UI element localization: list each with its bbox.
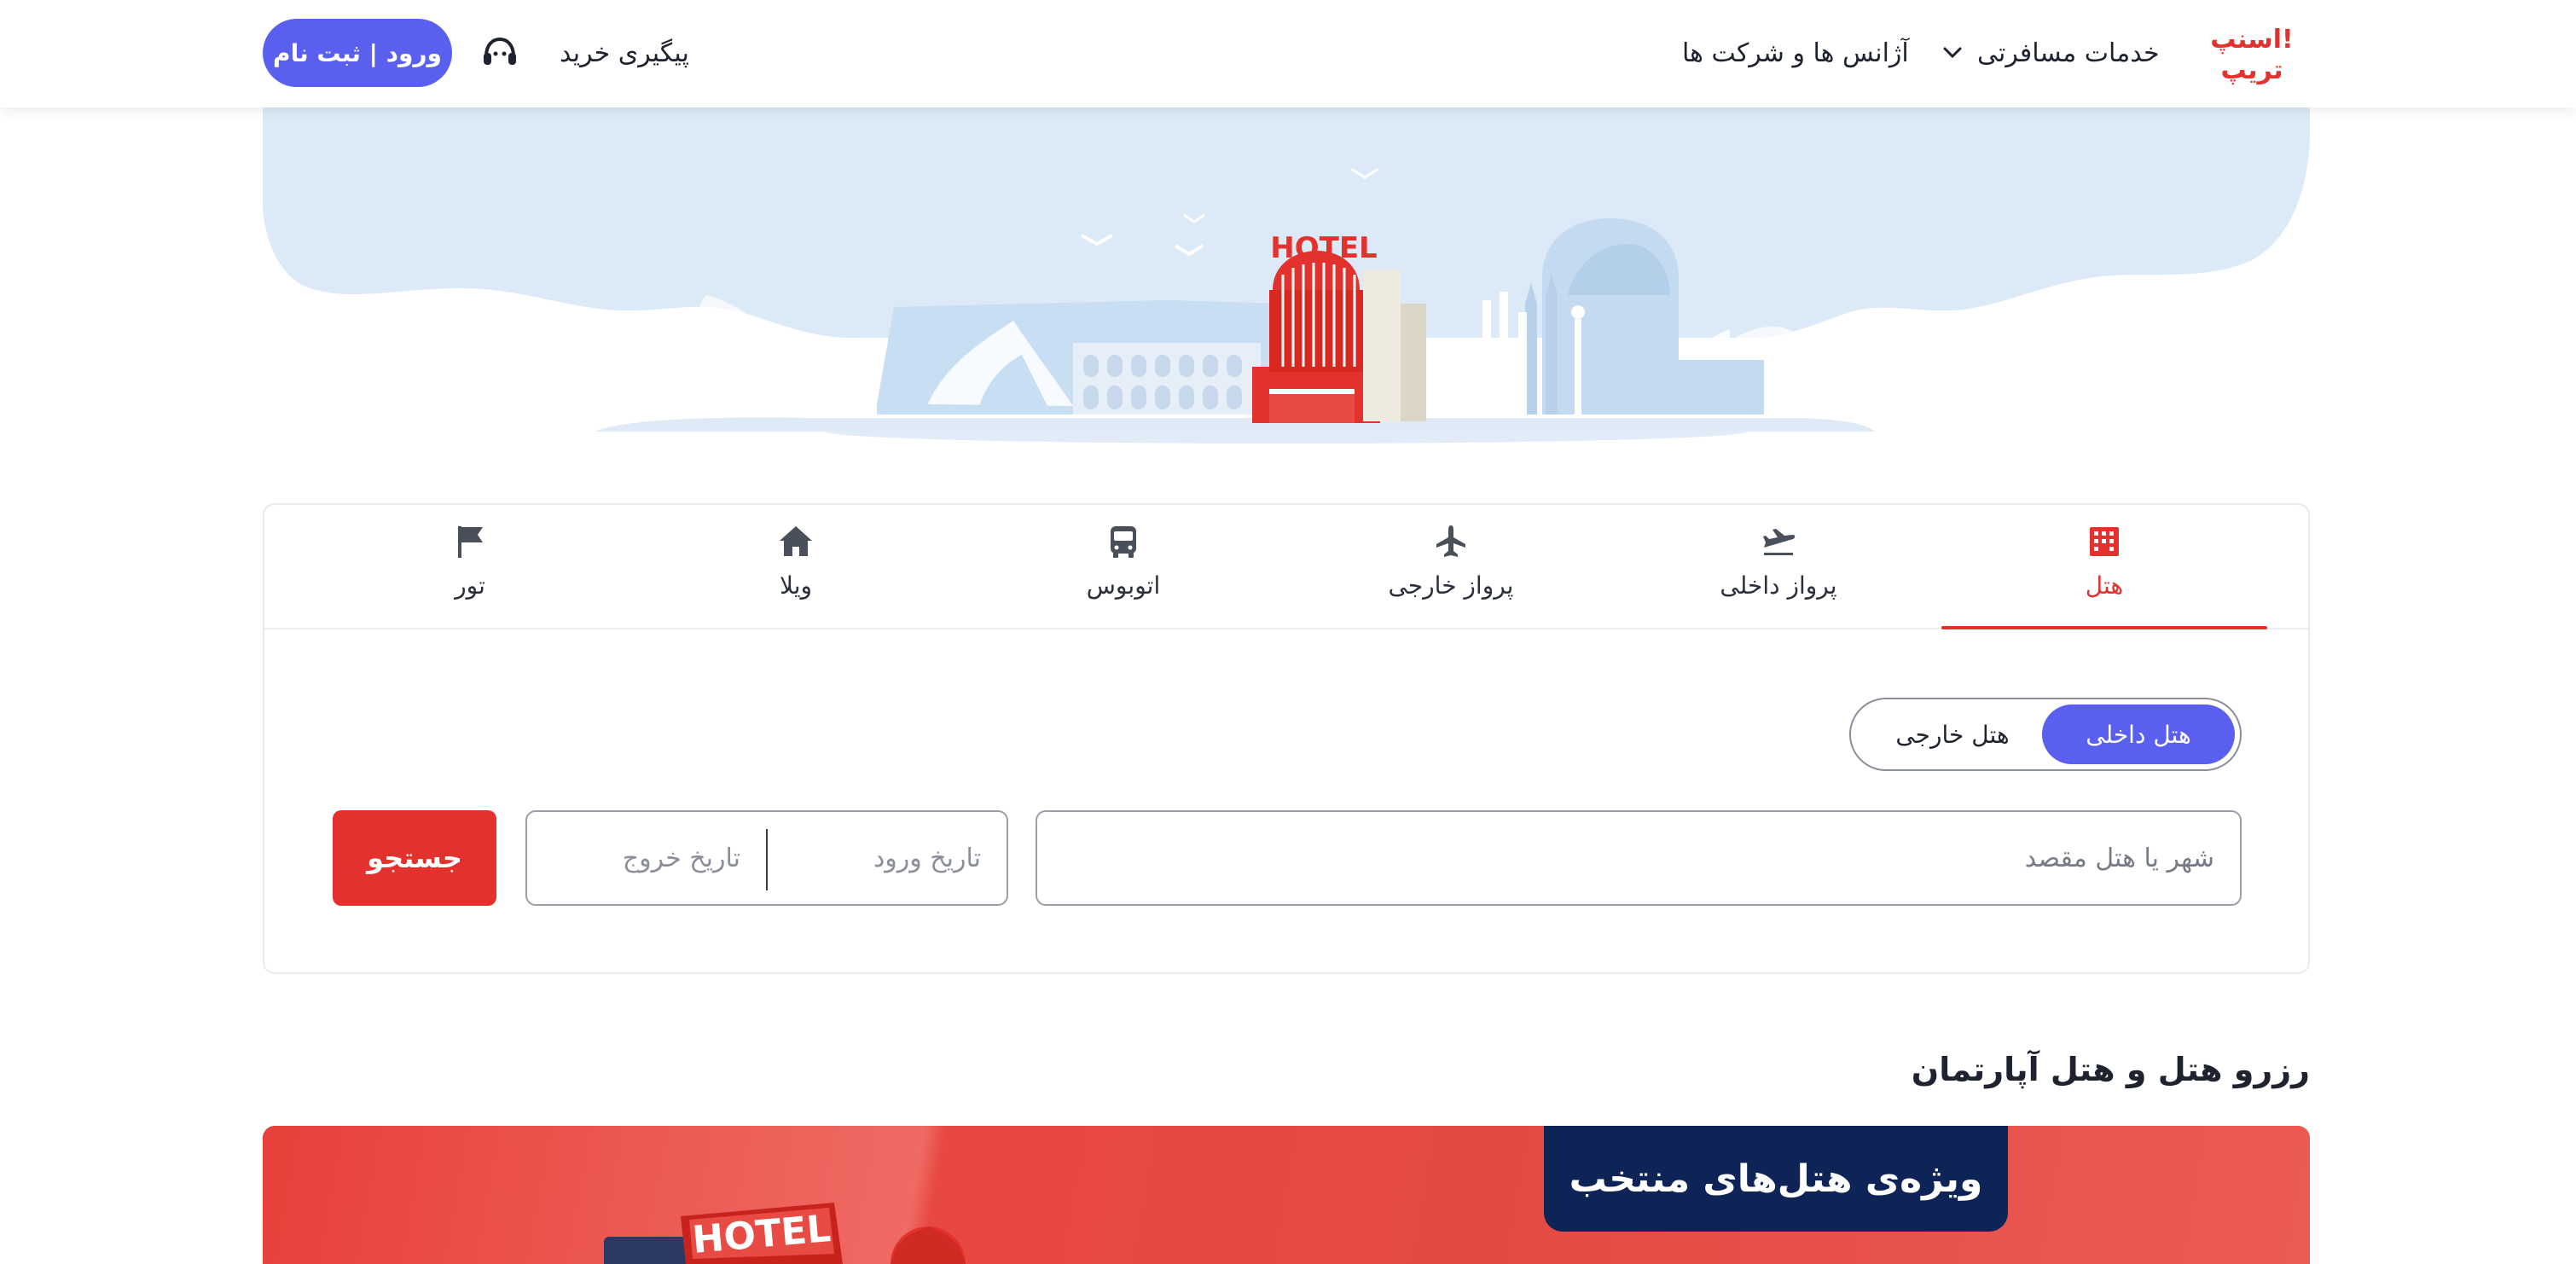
house-icon — [780, 526, 812, 556]
date-divider — [766, 829, 768, 890]
tab-tour[interactable]: تور — [307, 522, 633, 629]
section-title: رزرو هتل و هتل آپارتمان — [1911, 1051, 2310, 1088]
tab-bus[interactable]: اتوبوس — [960, 522, 1286, 629]
toggle-foreign-hotel[interactable]: هتل خارجی — [1856, 704, 2049, 764]
checkin-date-input[interactable] — [768, 812, 1007, 904]
tab-foreign-flight-label: پرواز خارجی — [1388, 571, 1514, 600]
hero-hotel-sign: HOTEL — [1270, 231, 1377, 265]
tab-domestic-flight[interactable]: پرواز داخلی — [1616, 522, 1941, 629]
checkout-date-input[interactable] — [527, 812, 766, 904]
login-register-button[interactable]: ورود | ثبت نام — [263, 19, 452, 87]
bus-icon — [1111, 526, 1136, 558]
airplane-icon — [1436, 525, 1465, 557]
top-header: اسنپ! تریپ اسنپ! تریپ خدمات مسافرتی آژان… — [0, 0, 2576, 107]
tab-tour-label: تور — [455, 571, 485, 600]
search-card: هتل پرواز داخلی پرواز خارجی اتوبوس ویلا … — [263, 503, 2310, 974]
banner-label: ویژه‌ی هتل‌های منتخب — [1544, 1126, 2008, 1232]
destination-input[interactable] — [1036, 810, 2242, 906]
nav-agencies-label: آژانس ها و شرکت ها — [1682, 38, 1909, 68]
tab-bus-label: اتوبوس — [1086, 571, 1161, 600]
plane-departure-icon — [1763, 529, 1796, 555]
support-headset-icon[interactable] — [481, 36, 519, 70]
featured-hotels-banner[interactable]: HOTEL ویژه‌ی هتل‌های منتخب — [263, 1126, 2310, 1264]
flag-icon — [458, 526, 483, 558]
nav-agencies[interactable]: آژانس ها و شرکت ها — [1682, 29, 1909, 77]
chevron-down-icon — [1943, 47, 1962, 59]
tab-hotel[interactable]: هتل — [1941, 522, 2267, 629]
hotel-building-icon — [2090, 527, 2119, 556]
svg-text:اسنپ!: اسنپ! — [2210, 25, 2293, 55]
tab-foreign-flight[interactable]: پرواز خارجی — [1288, 522, 1614, 629]
tab-hotel-label: هتل — [2085, 571, 2124, 600]
tab-villa[interactable]: ویلا — [633, 522, 959, 629]
nav-travel-services-label: خدمات مسافرتی — [1977, 38, 2160, 68]
track-purchase-label: پیگیری خرید — [560, 38, 689, 68]
search-button[interactable]: جستجو — [333, 810, 496, 906]
date-range-field — [525, 810, 1008, 906]
svg-text:تریپ: تریپ — [2221, 55, 2283, 85]
hero-illustration: HOTEL — [263, 107, 2310, 449]
nav-travel-services[interactable]: خدمات مسافرتی — [1943, 29, 2160, 77]
tab-domestic-flight-label: پرواز داخلی — [1720, 571, 1837, 600]
hero-city-illustration: HOTEL — [263, 107, 2310, 444]
banner-hotel-illustration: HOTEL — [604, 1203, 966, 1264]
service-tabs: هتل پرواز داخلی پرواز خارجی اتوبوس ویلا … — [264, 505, 2308, 629]
nav-track-purchase[interactable]: پیگیری خرید — [560, 29, 689, 77]
tab-villa-label: ویلا — [779, 571, 813, 600]
hotel-type-toggle: هتل داخلی هتل خارجی — [1849, 698, 2242, 771]
toggle-domestic-hotel[interactable]: هتل داخلی — [2042, 704, 2235, 764]
brand-logo[interactable]: اسنپ! تریپ اسنپ! تریپ — [2209, 19, 2295, 85]
brand-logo-mark: اسنپ! تریپ — [2210, 25, 2293, 85]
